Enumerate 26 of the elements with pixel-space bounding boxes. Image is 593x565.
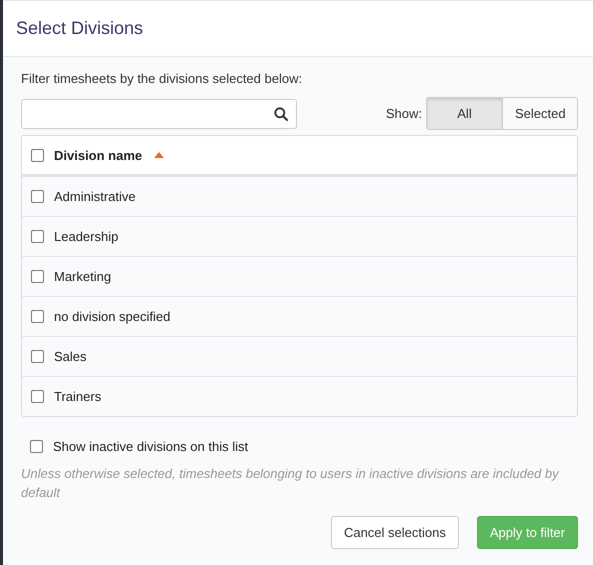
checkbox[interactable]: [31, 148, 44, 162]
division-name: Trainers: [54, 389, 102, 404]
division-name: no division specified: [54, 309, 170, 324]
show-option-tab[interactable]: Selected: [502, 98, 577, 129]
dialog-title: Select Divisions: [16, 18, 144, 39]
checkbox[interactable]: [31, 390, 44, 403]
cancel-button[interactable]: Cancel selections: [330, 516, 459, 549]
checkbox[interactable]: [30, 440, 43, 453]
column-header: Division name: [54, 148, 142, 162]
checkbox[interactable]: [31, 270, 44, 283]
show-option-tab[interactable]: All: [427, 98, 502, 129]
checkbox[interactable]: [31, 310, 44, 323]
inactive-option-label: Show inactive divisions on this list: [53, 439, 248, 454]
checkbox[interactable]: [31, 350, 44, 363]
sort-ascending-icon[interactable]: [154, 152, 164, 158]
division-name: Sales: [54, 349, 87, 364]
checkbox[interactable]: [31, 190, 44, 203]
division-name: Marketing: [54, 269, 112, 284]
division-name: Leadership: [54, 229, 118, 244]
checkbox[interactable]: [31, 230, 44, 243]
search-icon[interactable]: [274, 106, 288, 120]
search-field[interactable]: [21, 98, 297, 128]
division-name: Administrative: [54, 189, 136, 204]
note-text: Unless otherwise selected, timesheets belonging to users in inactive divisions are included by default: [21, 465, 560, 502]
show-label: Show:: [386, 106, 422, 121]
instructions: Filter timesheets by the divisions selected below:: [21, 71, 304, 86]
